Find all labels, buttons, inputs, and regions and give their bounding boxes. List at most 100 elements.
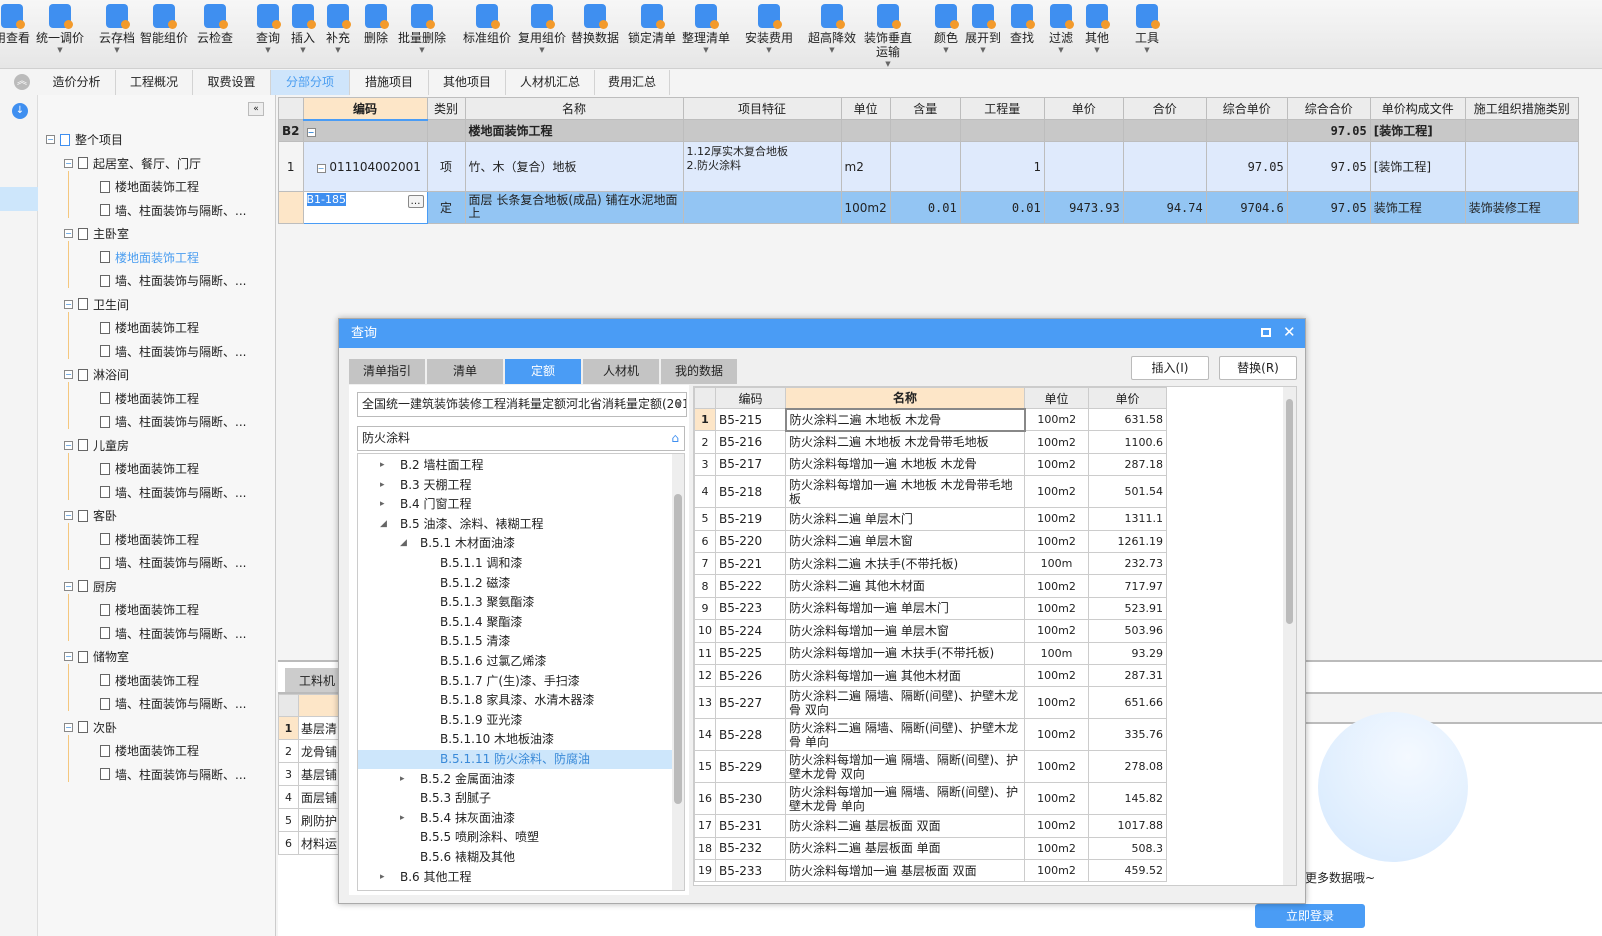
tab-0[interactable]: 造价分析: [38, 70, 116, 95]
quota-tree-node[interactable]: B.5.1.1 调和漆: [358, 554, 672, 573]
toolbar-button[interactable]: 超高降效 ▼: [808, 4, 856, 55]
table-cell[interactable]: 100m2: [1024, 452, 1089, 477]
table-cell[interactable]: 15: [694, 750, 716, 784]
table-cell[interactable]: B5-231: [715, 814, 786, 838]
column-header[interactable]: [694, 387, 716, 409]
table-row[interactable]: 1 B5-215 防火涂料二遍 木地板 木龙骨 100m2 631.58: [694, 407, 1167, 432]
table-cell[interactable]: 9: [694, 596, 716, 621]
table-cell[interactable]: [278, 191, 304, 224]
expand-arrow-icon[interactable]: ▸: [380, 868, 385, 887]
table-cell[interactable]: 100m2: [1024, 529, 1089, 553]
table-cell[interactable]: 232.73: [1088, 551, 1167, 576]
table-cell[interactable]: 6: [694, 529, 716, 553]
collapse-icon[interactable]: −: [46, 135, 55, 144]
table-cell[interactable]: B5-217: [715, 452, 786, 477]
dialog-tab-2[interactable]: 定额: [505, 359, 581, 384]
column-header[interactable]: 单位: [1024, 387, 1089, 409]
table-cell[interactable]: 防火涂料每增加一遍 木地板 木龙骨: [785, 452, 1025, 477]
table-cell[interactable]: 100m2: [1024, 686, 1089, 720]
table-cell[interactable]: B5-219: [715, 507, 786, 531]
tab-5[interactable]: 其他项目: [429, 70, 506, 95]
table-cell[interactable]: 100m2: [1024, 663, 1089, 688]
toolbar-button[interactable]: 云存档 ▼: [99, 4, 135, 55]
table-cell[interactable]: [889, 141, 961, 192]
table-cell[interactable]: 防火涂料二遍 木地板 木龙骨: [784, 407, 1026, 432]
table-cell[interactable]: 16: [694, 782, 716, 816]
toolbar-button[interactable]: 其他 ▼: [1085, 4, 1110, 55]
table-cell[interactable]: 9704.6: [1205, 191, 1288, 224]
tree-leaf[interactable]: 楼地面装饰工程: [100, 742, 199, 759]
tree-leaf[interactable]: 墙、柱面装饰与隔断、...: [100, 625, 246, 642]
table-cell[interactable]: −: [302, 119, 428, 142]
tab-2[interactable]: 取费设置: [193, 70, 271, 95]
dropdown-arrow-icon[interactable]: ▼: [398, 45, 446, 55]
collapse-arrow-icon[interactable]: ◢: [400, 534, 407, 553]
expand-arrow-icon[interactable]: ▸: [400, 809, 405, 828]
column-header[interactable]: 编码: [302, 97, 428, 121]
table-row[interactable]: 13 B5-227 防火涂料二遍 隔墙、隔断(间壁)、护壁木龙骨 双向 100m2 65…: [694, 686, 1167, 720]
table-cell[interactable]: 100m2: [1024, 750, 1089, 784]
table-cell[interactable]: 1: [278, 141, 304, 192]
table-cell[interactable]: 100m2: [840, 191, 891, 224]
table-cell[interactable]: 1017.88: [1088, 814, 1167, 838]
collapse-icon[interactable]: −: [64, 158, 73, 168]
table-cell[interactable]: 防火涂料每增加一遍 单层木窗: [785, 619, 1025, 643]
code-input[interactable]: B1-185: [306, 193, 347, 206]
collapse-icon[interactable]: −: [316, 163, 326, 173]
table-row[interactable]: 14 B5-228 防火涂料二遍 隔墙、隔断(间壁)、护壁木龙骨 单向 100m2 33…: [694, 718, 1167, 752]
tree-leaf[interactable]: 楼地面装饰工程: [100, 460, 199, 477]
column-header[interactable]: 名称: [464, 97, 684, 120]
toolbar-button[interactable]: 锁定清单: [628, 4, 676, 45]
column-header[interactable]: 项目特征: [682, 97, 842, 120]
table-cell[interactable]: 100m2: [1024, 407, 1089, 432]
dialog-tab-4[interactable]: 我的数据: [661, 359, 737, 384]
table-row[interactable]: 4 B5-218 防火涂料每增加一遍 木地板 木龙骨带毛地板 100m2 501.54: [694, 475, 1167, 509]
table-row[interactable]: 15 B5-229 防火涂料每增加一遍 隔墙、隔断(间壁)、护壁木龙骨 双向 100m…: [694, 750, 1167, 784]
collapse-icon[interactable]: −: [64, 229, 73, 238]
table-cell[interactable]: B5-216: [715, 430, 786, 454]
tree-group[interactable]: − 主卧室: [64, 225, 129, 242]
table-cell[interactable]: 10: [694, 619, 716, 643]
column-header[interactable]: 含量: [889, 97, 961, 120]
table-cell[interactable]: 1: [694, 407, 716, 432]
dropdown-arrow-icon[interactable]: ▼: [965, 45, 1001, 55]
table-cell[interactable]: 523.91: [1088, 596, 1167, 621]
quota-tree-node[interactable]: B.5.3 刮腻子: [358, 789, 672, 808]
table-cell[interactable]: [1122, 141, 1207, 192]
column-header[interactable]: 单价: [1088, 387, 1167, 409]
toolbar-button[interactable]: 颜色 ▼: [934, 4, 959, 55]
table-cell[interactable]: 防火涂料二遍 基层板面 单面: [785, 836, 1025, 861]
dropdown-arrow-icon[interactable]: ▼: [860, 59, 916, 69]
toolbar-button[interactable]: 过滤 ▼: [1049, 4, 1074, 55]
quota-tree-node[interactable]: B.5.1.11 防火涂料、防腐油: [358, 750, 672, 769]
table-row[interactable]: 17 B5-231 防火涂料二遍 基层板面 双面 100m2 1017.88: [694, 814, 1167, 838]
quota-tree-node[interactable]: ▸ B.2 墙柱面工程: [358, 456, 672, 475]
table-cell[interactable]: 97.05: [1286, 119, 1371, 142]
table-cell[interactable]: 防火涂料二遍 木扶手(不带托板): [785, 551, 1025, 576]
collapse-arrow-icon[interactable]: ◢: [380, 515, 387, 534]
toolbar-button[interactable]: 整理清单 ▼: [682, 4, 730, 55]
table-cell[interactable]: B5-224: [715, 619, 786, 643]
table-row[interactable]: 11 B5-225 防火涂料每增加一遍 木扶手(不带托板) 100m 93.29: [694, 641, 1167, 665]
table-cell[interactable]: 1: [959, 141, 1045, 192]
table-cell[interactable]: 防火涂料每增加一遍 木地板 木龙骨带毛地板: [785, 475, 1025, 509]
table-row[interactable]: 3 B5-217 防火涂料每增加一遍 木地板 木龙骨 100m2 287.18: [694, 452, 1167, 477]
collapse-icon[interactable]: −: [64, 299, 73, 309]
quota-tree-node[interactable]: B.5.5 喷刷涂料、喷塑: [358, 828, 672, 847]
strip-selected[interactable]: [0, 187, 38, 211]
table-cell[interactable]: 503.96: [1088, 619, 1167, 643]
table-cell[interactable]: 100m2: [1024, 718, 1089, 752]
table-cell[interactable]: 100m2: [1024, 836, 1089, 861]
close-icon[interactable]: ✕: [1283, 323, 1296, 341]
search-input[interactable]: 防火涂料 ⌂: [357, 426, 685, 451]
table-cell[interactable]: 5: [694, 507, 716, 531]
table-row[interactable]: 8 B5-222 防火涂料二遍 其他木材面 100m2 717.97: [694, 574, 1167, 598]
table-cell[interactable]: [装饰工程]: [1369, 141, 1466, 192]
tree-leaf[interactable]: 墙、柱面装饰与隔断、...: [100, 695, 246, 712]
tree-group[interactable]: − 客卧: [64, 507, 117, 524]
table-cell[interactable]: [装饰工程]: [1369, 119, 1466, 142]
tab-3[interactable]: 分部分项: [271, 70, 350, 95]
table-cell[interactable]: 100m2: [1024, 430, 1089, 454]
table-cell[interactable]: 287.31: [1088, 663, 1167, 688]
table-cell[interactable]: 100m2: [1024, 859, 1089, 883]
